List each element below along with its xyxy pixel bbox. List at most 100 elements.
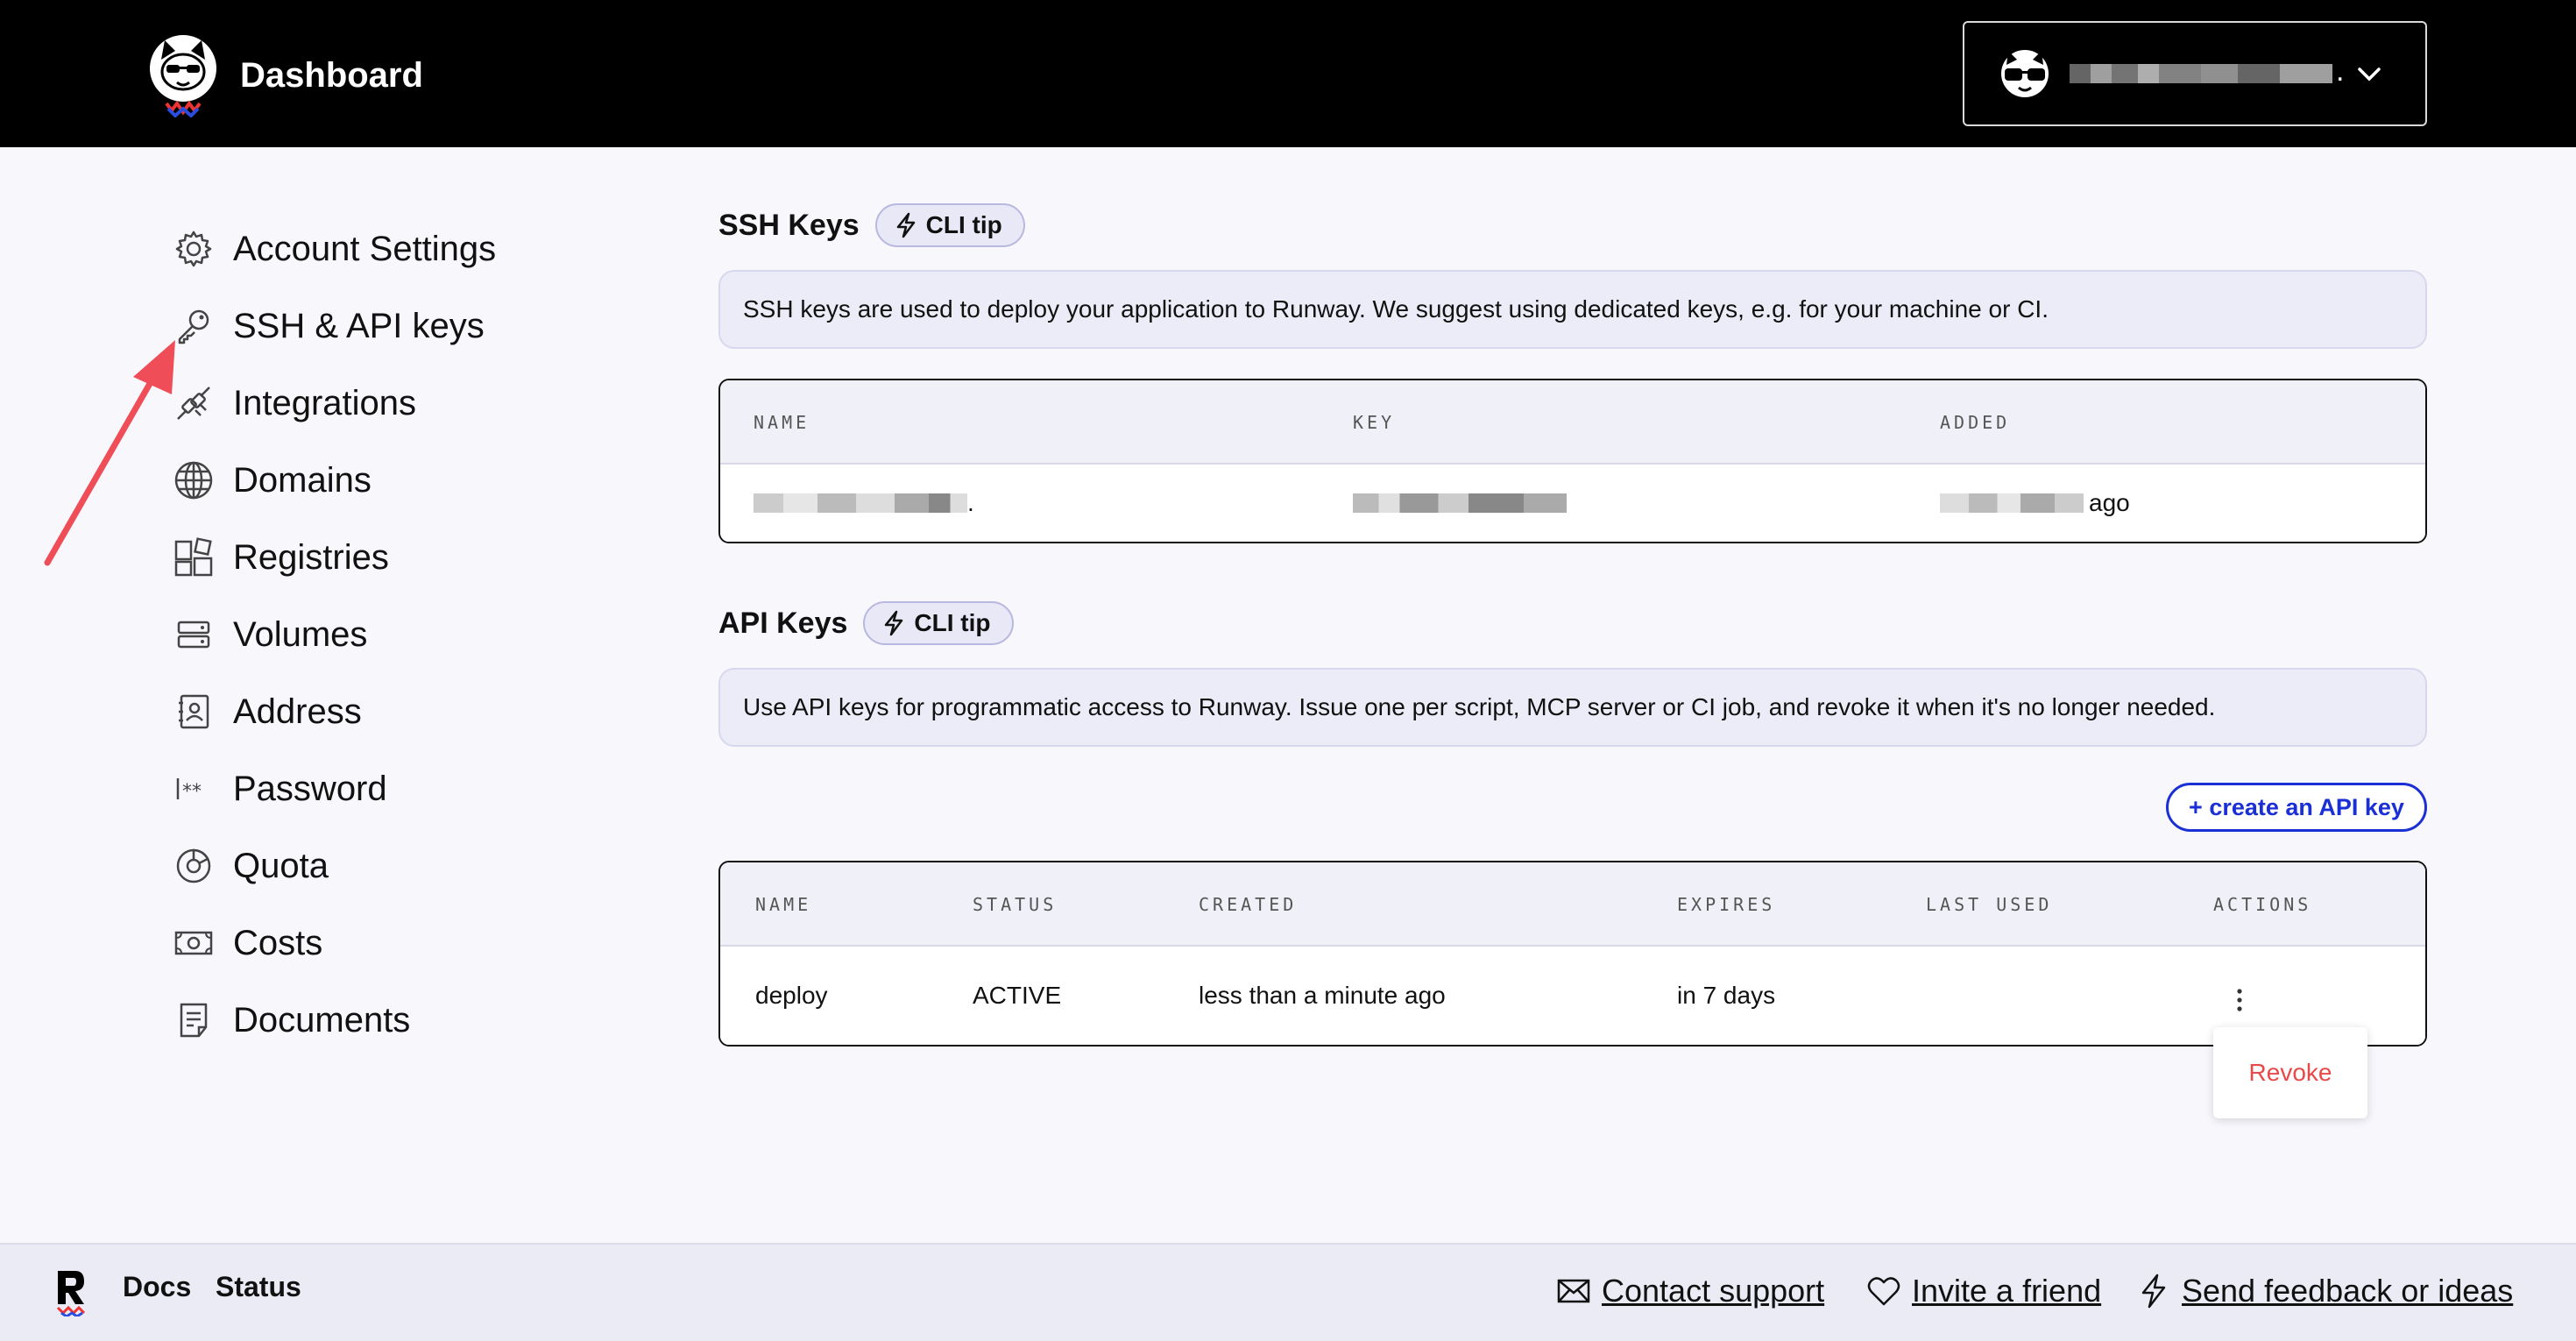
sidebar-item-documents[interactable]: Documents [172,982,496,1059]
sidebar-item-label: Volumes [233,614,368,654]
sidebar-item-label: SSH & API keys [233,306,485,345]
cli-tip-label: CLI tip [914,609,991,636]
key-icon [172,304,216,348]
sidebar-item-volumes[interactable]: Volumes [172,596,496,673]
lightning-icon [2141,1274,2166,1309]
ssh-keys-header: SSH Keys CLI tip [718,203,1025,247]
column-actions: ACTIONS [2213,894,2312,915]
column-created: CREATED [1199,894,1298,915]
arrow-annotation-icon [44,340,175,566]
ssh-key-added: ago [1940,465,2130,542]
volume-icon [172,613,216,656]
cat-avatar-icon [2001,50,2049,97]
api-keys-header: API Keys CLI tip [718,601,1014,645]
api-cli-tip-button[interactable]: CLI tip [863,601,1014,645]
ssh-keys-info: SSH keys are used to deploy your applica… [718,270,2427,349]
ssh-keys-info-text: SSH keys are used to deploy your applica… [743,295,2049,323]
ssh-key-name-suffix: . [967,489,974,516]
sidebar-item-address[interactable]: Address [172,673,496,750]
column-key: KEY [1353,412,1396,433]
sidebar-item-label: Address [233,692,362,731]
sidebar-item-registries[interactable]: Registries [172,519,496,596]
ssh-keys-title: SSH Keys [718,208,860,242]
api-key-status: ACTIVE [973,982,1062,1009]
redacted-value [1353,493,1567,513]
column-name: NAME [754,412,810,433]
account-menu[interactable]: . [1963,21,2427,126]
api-keys-table: NAME STATUS CREATED EXPIRES LAST USED AC… [718,861,2427,1047]
create-api-key-button[interactable]: + create an API key [2166,783,2427,832]
sidebar-nav: Account Settings SSH & API keys Integrat… [172,210,496,1059]
ssh-keys-table: NAME KEY ADDED . ago [718,379,2427,543]
sidebar-item-quota[interactable]: Quota [172,827,496,905]
kebab-menu-icon[interactable] [2233,987,2247,1013]
brand[interactable]: Dashboard [145,33,423,117]
sidebar-item-label: Documents [233,1000,411,1039]
cash-icon [172,921,216,965]
lightning-icon [896,212,915,238]
table-header: NAME STATUS CREATED EXPIRES LAST USED AC… [720,862,2425,947]
sidebar-item-label: Integrations [233,383,417,422]
redacted-value [1940,493,2084,513]
column-status: STATUS [973,894,1058,915]
contact-support-link[interactable]: Contact support [1556,1273,1824,1309]
address-icon [172,690,216,734]
app-title: Dashboard [240,55,423,95]
password-icon: ** [172,767,216,811]
table-row: . ago [720,465,2425,542]
sidebar-item-integrations[interactable]: Integrations [172,365,496,442]
revoke-menu-item[interactable]: Revoke [2249,1059,2332,1087]
username-suffix: . [2336,53,2345,88]
redacted-username [2070,64,2332,83]
column-added: ADDED [1940,412,2011,433]
document-icon [172,998,216,1042]
cat-logo-icon [150,35,216,117]
sidebar-item-account-settings[interactable]: Account Settings [172,210,496,287]
table-row: deploy ACTIVE less than a minute ago in … [720,947,2425,1045]
api-key-created: less than a minute ago [1199,982,1446,1009]
ssh-cli-tip-button[interactable]: CLI tip [874,203,1025,247]
sidebar-item-costs[interactable]: Costs [172,905,496,982]
mail-icon [1557,1279,1590,1303]
sidebar-item-domains[interactable]: Domains [172,442,496,519]
sidebar-item-password[interactable]: ** Password [172,750,496,827]
api-key-name: deploy [755,982,828,1009]
sidebar-item-ssh-api-keys[interactable]: SSH & API keys [172,287,496,365]
ssh-key-fingerprint [1353,465,1567,542]
lightning-icon [885,610,903,636]
api-key-expires: in 7 days [1677,982,1776,1009]
sidebar-item-label: Account Settings [233,229,497,268]
api-keys-title: API Keys [718,606,848,640]
column-name: NAME [755,894,812,915]
cli-tip-label: CLI tip [925,211,1002,238]
chevron-down-icon [2358,67,2381,82]
gear-icon [172,227,216,271]
globe-icon [172,458,216,502]
ssh-key-added-suffix: ago [2089,489,2130,516]
svg-text:**: ** [182,781,202,803]
plug-icon [172,381,216,425]
send-feedback-label: Send feedback or ideas [2182,1273,2514,1309]
runway-logo-icon [56,1271,86,1316]
invite-friend-label: Invite a friend [1912,1273,2102,1309]
quota-icon [172,844,216,888]
sidebar-item-label: Costs [233,923,323,962]
top-bar: Dashboard . [0,0,2576,147]
api-keys-info: Use API keys for programmatic access to … [718,668,2427,747]
column-expires: EXPIRES [1677,894,1776,915]
column-last-used: LAST USED [1926,894,2053,915]
sidebar-item-label: Quota [233,846,329,885]
ssh-key-name: . [754,465,974,542]
footer-status-link[interactable]: Status [216,1271,301,1303]
registry-icon [172,536,216,579]
table-header: NAME KEY ADDED [720,380,2425,465]
sidebar-item-label: Password [233,769,387,808]
invite-friend-link[interactable]: Invite a friend [1866,1273,2101,1309]
contact-support-label: Contact support [1602,1273,1825,1309]
send-feedback-link[interactable]: Send feedback or ideas [2136,1273,2513,1309]
api-keys-info-text: Use API keys for programmatic access to … [743,693,2216,720]
footer: Docs Status Contact support Invite a fri… [0,1243,2576,1341]
footer-docs-link[interactable]: Docs [123,1271,191,1303]
redacted-value [754,493,967,513]
sidebar-item-label: Domains [233,460,372,500]
